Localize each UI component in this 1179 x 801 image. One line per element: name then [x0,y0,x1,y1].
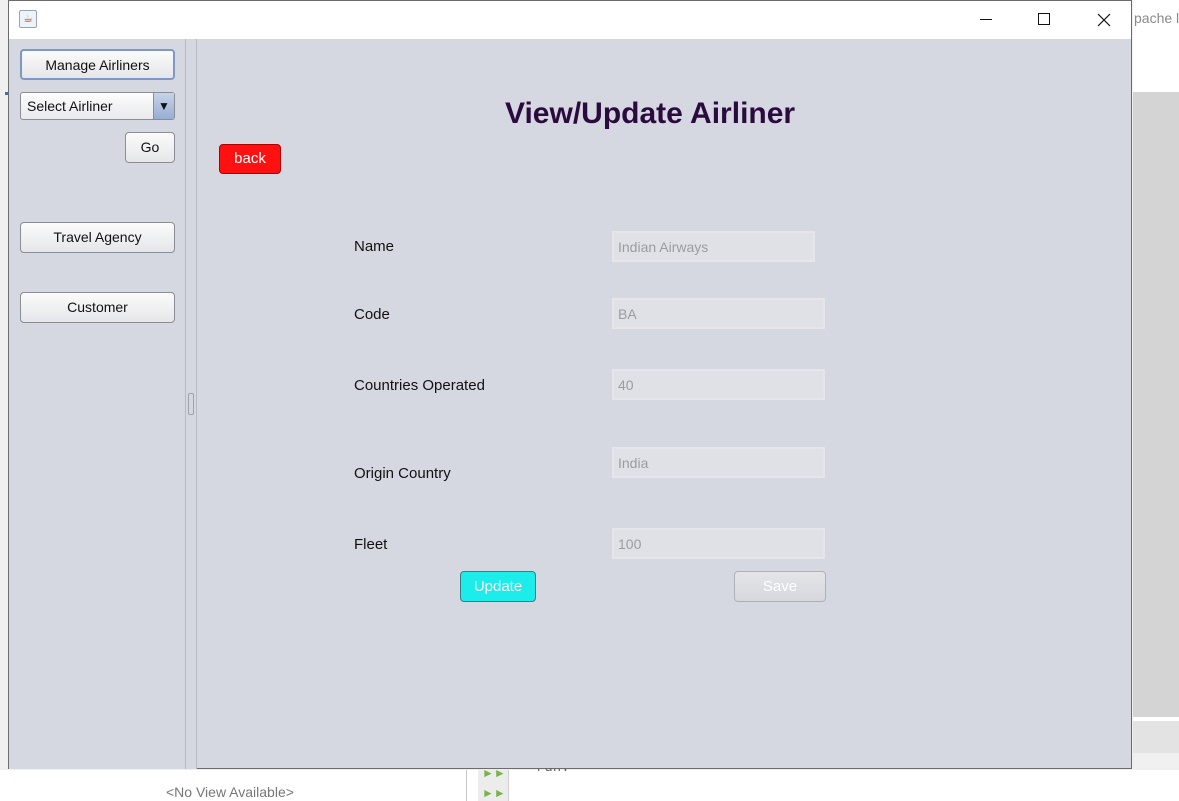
minimize-icon [980,19,992,20]
split-pane-divider[interactable] [186,39,197,769]
background-divider [466,770,467,801]
title-bar[interactable]: ☕ [9,1,1131,39]
back-button[interactable]: back [219,144,281,174]
close-button[interactable] [1080,1,1126,39]
rerun-icon[interactable]: ►► [482,786,506,800]
countries-operated-field[interactable] [612,369,825,400]
maximize-icon [1038,13,1050,25]
select-airliner-dropdown[interactable]: Select Airliner ▼ [20,92,175,120]
customer-button[interactable]: Customer [20,292,175,323]
minimize-button[interactable] [963,1,1009,39]
app-window: ☕ Manage Airliners Select Airliner ▼ Go … [8,0,1132,769]
page-title: View/Update Airliner [505,97,796,130]
name-label: Name [354,238,395,255]
code-label: Code [354,306,390,323]
code-field[interactable] [612,298,825,329]
save-button[interactable]: Save [734,571,826,602]
travel-agency-button[interactable]: Travel Agency [20,222,175,253]
go-button[interactable]: Go [125,132,175,163]
close-icon [1097,13,1111,27]
divider-grip-icon[interactable] [188,393,194,415]
origin-country-label: Origin Country [354,465,451,482]
manage-airliners-button[interactable]: Manage Airliners [20,49,175,80]
navigator-empty-text: <No View Available> [166,784,294,800]
name-field[interactable] [612,231,815,262]
dropdown-selected-value: Select Airliner [27,98,113,114]
background-editor-area [1133,92,1179,717]
countries-operated-label: Countries Operated [354,377,485,394]
background-text: pache l [1134,10,1179,26]
background-toolbar [1133,721,1179,753]
fleet-field[interactable] [612,528,825,559]
dropdown-arrow-icon[interactable]: ▼ [153,93,174,119]
update-button[interactable]: Update [460,571,536,602]
java-cup-icon: ☕ [19,10,37,28]
maximize-button[interactable] [1021,1,1067,39]
origin-country-field[interactable] [612,447,825,478]
fleet-label: Fleet [354,536,388,553]
